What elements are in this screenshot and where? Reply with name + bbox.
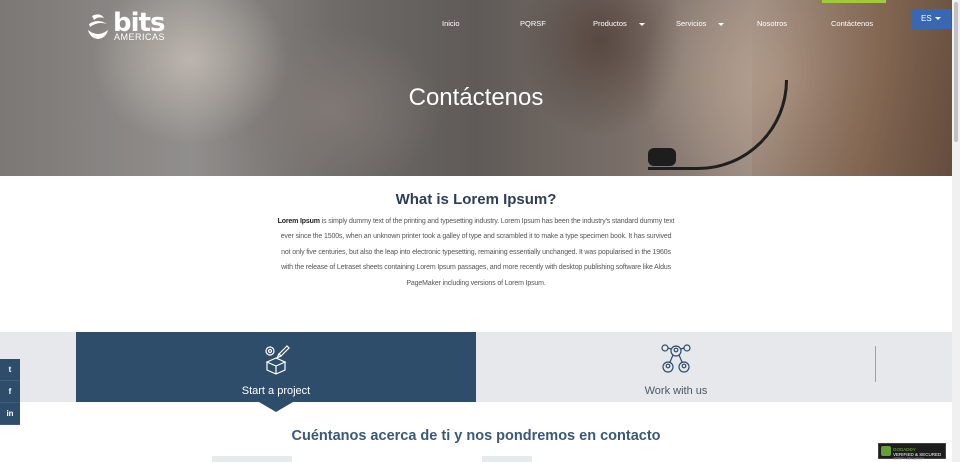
logo-mark-icon <box>88 14 108 39</box>
intro-paragraph: Lorem Ipsum is simply dummy text of the … <box>276 214 676 291</box>
security-seal-badge[interactable]: GODADDY VERIFIED & SECURED VERIFY SECURI… <box>878 443 946 462</box>
nav-label: Inicio <box>442 19 460 28</box>
language-label: ES <box>921 14 932 23</box>
shield-icon <box>881 446 891 456</box>
tab-label: Start a project <box>241 385 311 397</box>
nav-label: PQRSF <box>520 19 546 28</box>
page-scrollbar[interactable] <box>952 0 960 462</box>
nav-item-inicio[interactable]: Inicio <box>442 19 460 28</box>
nav-label: Contáctenos <box>831 19 874 28</box>
nav-item-nosotros[interactable]: Nosotros <box>757 19 787 28</box>
team-network-icon <box>661 344 691 373</box>
contact-heading: Cuéntanos acerca de ti y nos pondremos e… <box>291 428 661 444</box>
intro-body: is simply dummy text of the printing and… <box>280 218 675 287</box>
tab-work-with-us[interactable]: Work with us <box>476 332 876 402</box>
intro-heading: What is Lorem Ipsum? <box>395 191 557 208</box>
page-title: Contáctenos <box>408 84 544 111</box>
nav-item-servicios[interactable]: Servicios <box>676 19 725 28</box>
nav-item-contactenos[interactable]: Contáctenos <box>831 19 873 28</box>
nav-active-indicator <box>822 0 886 3</box>
seal-text: GODADDY VERIFIED & SECURED VERIFY SECURI… <box>893 447 941 462</box>
chevron-down-icon <box>638 22 645 26</box>
social-sidebar: t f in <box>0 359 20 425</box>
nav-label: Productos <box>593 19 627 28</box>
form-label-cutoff <box>212 456 292 462</box>
intro-bold-lead: Lorem Ipsum <box>277 218 320 225</box>
seal-line-3: VERIFY SECURITY <box>893 457 925 461</box>
tab-label: Work with us <box>644 385 708 397</box>
linkedin-icon[interactable]: in <box>0 403 20 425</box>
nav-label: Nosotros <box>757 19 788 28</box>
tab-start-project[interactable]: Start a project <box>76 332 476 402</box>
logo-subtitle: AMERICAS <box>114 32 166 42</box>
nav-label: Servicios <box>676 19 707 28</box>
nav-item-pqrsf[interactable]: PQRSF <box>520 19 546 28</box>
chevron-down-icon <box>934 17 941 21</box>
language-selector[interactable]: ES <box>911 9 951 29</box>
project-box-icon <box>265 345 290 375</box>
tab-divider <box>875 346 876 382</box>
selected-tab-pointer <box>259 402 293 412</box>
form-label-cutoff <box>482 456 532 462</box>
twitter-icon[interactable]: t <box>0 359 20 381</box>
chevron-down-icon <box>718 22 725 26</box>
facebook-icon[interactable]: f <box>0 381 20 403</box>
scrollbar-thumb[interactable] <box>954 2 958 142</box>
nav-item-productos[interactable]: Productos <box>593 19 645 28</box>
